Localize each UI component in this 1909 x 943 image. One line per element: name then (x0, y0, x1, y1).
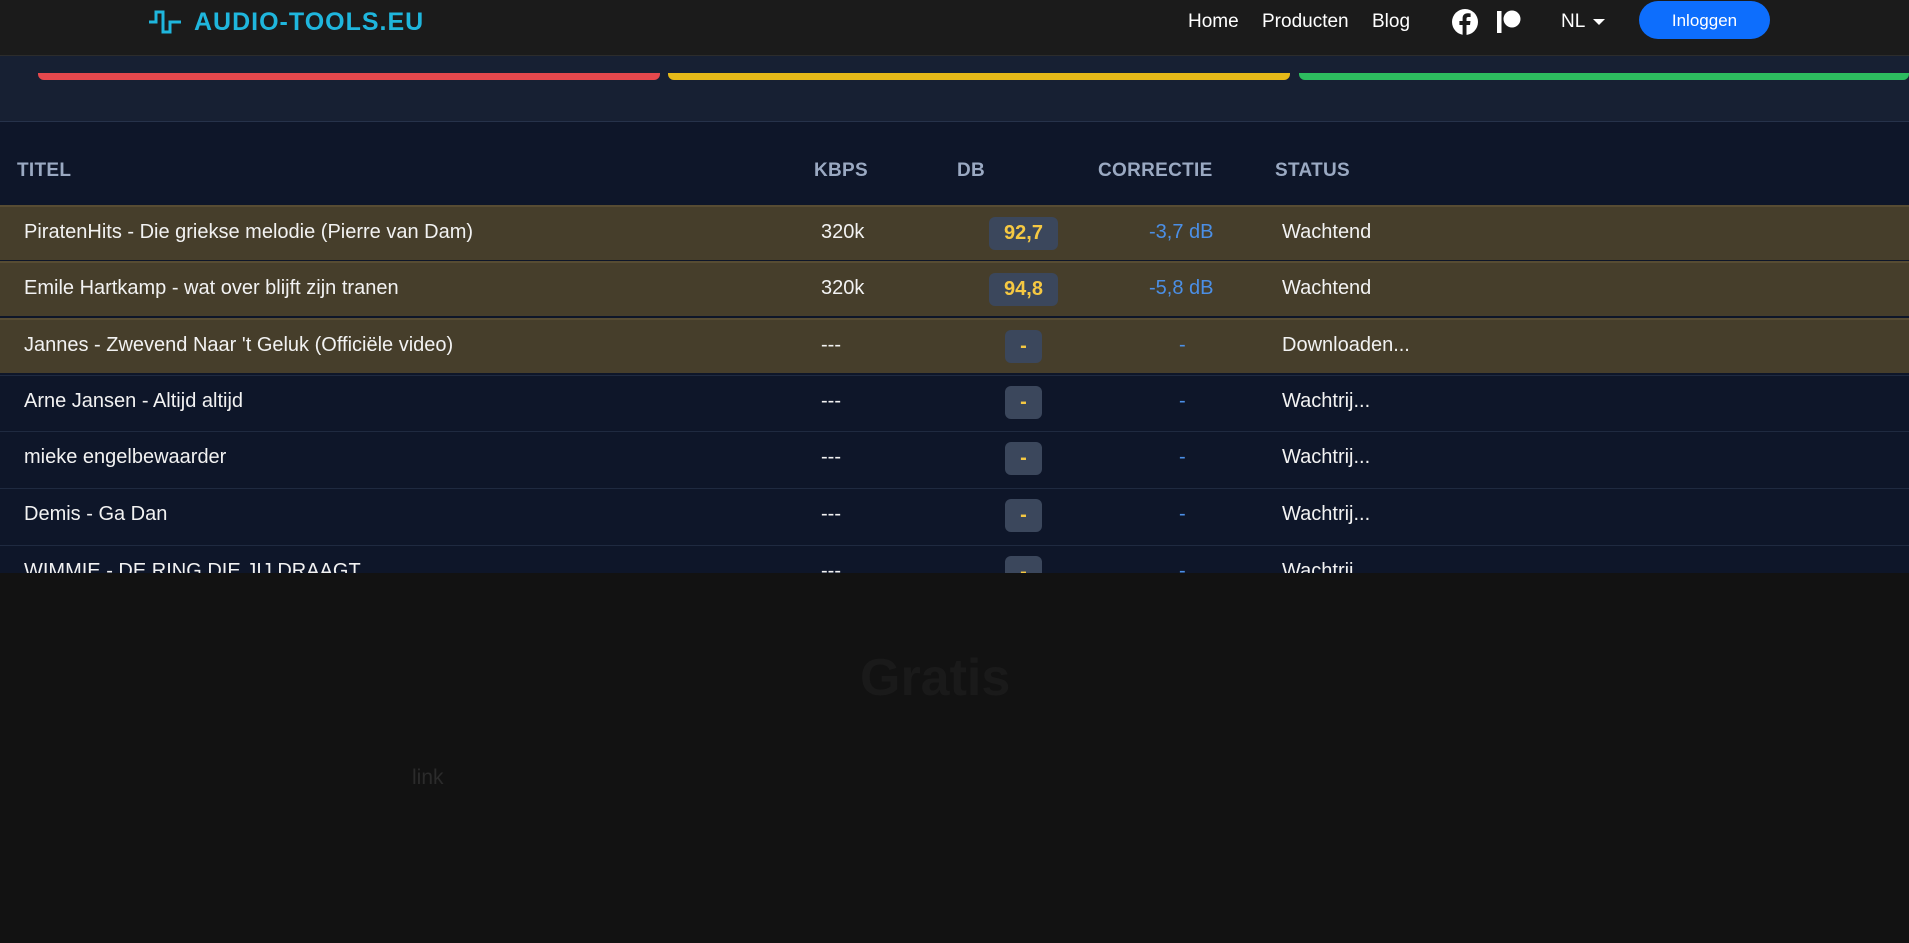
track-correction: - (1179, 446, 1186, 468)
track-status: Wachtrij... (1282, 390, 1371, 412)
track-status: Wachtrij... (1282, 503, 1371, 525)
table-row[interactable]: Demis - Ga Dan --- - - Wachtrij... (0, 488, 1909, 543)
faint-link[interactable]: link (412, 766, 444, 790)
track-correction: -3,7 dB (1149, 221, 1214, 243)
track-title: WIMMIE - DE RING DIE JIJ DRAAGT (24, 560, 361, 573)
status-card-red (38, 73, 660, 80)
patreon-icon[interactable] (1495, 8, 1523, 36)
track-status: Downloaden... (1282, 334, 1410, 356)
track-title: Demis - Ga Dan (24, 503, 168, 525)
track-kbps: 320k (821, 277, 865, 299)
track-status: Wachtend (1282, 221, 1372, 243)
track-kbps: --- (821, 560, 841, 573)
language-dropdown[interactable]: NL (1561, 11, 1606, 33)
nav-products-link[interactable]: Producten (1262, 11, 1349, 33)
header-db[interactable]: DB (957, 160, 985, 182)
table-header: TITEL KBPS DB CORRECTIE STATUS (0, 122, 1909, 202)
track-title: mieke engelbewaarder (24, 446, 227, 468)
status-card-yellow (668, 73, 1290, 80)
track-correction: - (1179, 390, 1186, 412)
facebook-icon[interactable] (1451, 8, 1479, 36)
track-correction: - (1179, 334, 1186, 356)
track-correction: -5,8 dB (1149, 277, 1214, 299)
waveform-icon (149, 10, 181, 34)
db-badge: - (1005, 499, 1042, 532)
table-row[interactable]: Jannes - Zwevend Naar 't Geluk (Officiël… (0, 318, 1909, 373)
nav-blog-link[interactable]: Blog (1372, 11, 1410, 33)
brand-name: AUDIO-TOOLS.EU (194, 7, 425, 36)
login-button[interactable]: Inloggen (1639, 1, 1770, 39)
db-badge: 94,8 (989, 273, 1058, 306)
track-status: Wachtend (1282, 277, 1372, 299)
header-kbps[interactable]: KBPS (814, 160, 868, 182)
track-correction: - (1179, 560, 1186, 573)
track-title: PiratenHits - Die griekse melodie (Pierr… (24, 221, 474, 243)
header-correction[interactable]: CORRECTIE (1098, 160, 1213, 182)
track-kbps: --- (821, 334, 841, 356)
track-title: Jannes - Zwevend Naar 't Geluk (Officiël… (24, 334, 454, 356)
nav-home-link[interactable]: Home (1188, 11, 1239, 33)
track-status: Wachtrij... (1282, 560, 1371, 573)
chevron-down-icon (1593, 18, 1606, 25)
track-kbps: --- (821, 390, 841, 412)
db-badge: - (1005, 442, 1042, 475)
header-status[interactable]: STATUS (1275, 160, 1350, 182)
navbar: AUDIO-TOOLS.EU Home Producten Blog NL In… (0, 0, 1909, 56)
track-title: Emile Hartkamp - wat over blijft zijn tr… (24, 277, 399, 299)
db-badge: - (1005, 330, 1042, 363)
section-heading: Gratis (860, 649, 1011, 707)
table-row[interactable]: WIMMIE - DE RING DIE JIJ DRAAGT --- - - … (0, 545, 1909, 573)
table-row[interactable]: Arne Jansen - Altijd altijd --- - - Wach… (0, 375, 1909, 430)
track-status: Wachtrij... (1282, 446, 1371, 468)
track-kbps: 320k (821, 221, 865, 243)
db-badge: 92,7 (989, 217, 1058, 250)
status-band-top (0, 56, 1909, 73)
track-table: TITEL KBPS DB CORRECTIE STATUS PiratenHi… (0, 122, 1909, 573)
db-badge: - (1005, 556, 1042, 573)
status-band (0, 73, 1909, 122)
table-row[interactable]: PiratenHits - Die griekse melodie (Pierr… (0, 205, 1909, 260)
status-card-green (1299, 73, 1909, 80)
table-row[interactable]: Emile Hartkamp - wat over blijft zijn tr… (0, 261, 1909, 316)
brand-logo[interactable]: AUDIO-TOOLS.EU (148, 8, 424, 36)
db-badge: - (1005, 386, 1042, 419)
track-title: Arne Jansen - Altijd altijd (24, 390, 244, 412)
track-kbps: --- (821, 446, 841, 468)
language-label: NL (1561, 11, 1586, 32)
track-kbps: --- (821, 503, 841, 525)
table-row[interactable]: mieke engelbewaarder --- - - Wachtrij... (0, 431, 1909, 486)
header-title[interactable]: TITEL (17, 160, 71, 182)
track-correction: - (1179, 503, 1186, 525)
